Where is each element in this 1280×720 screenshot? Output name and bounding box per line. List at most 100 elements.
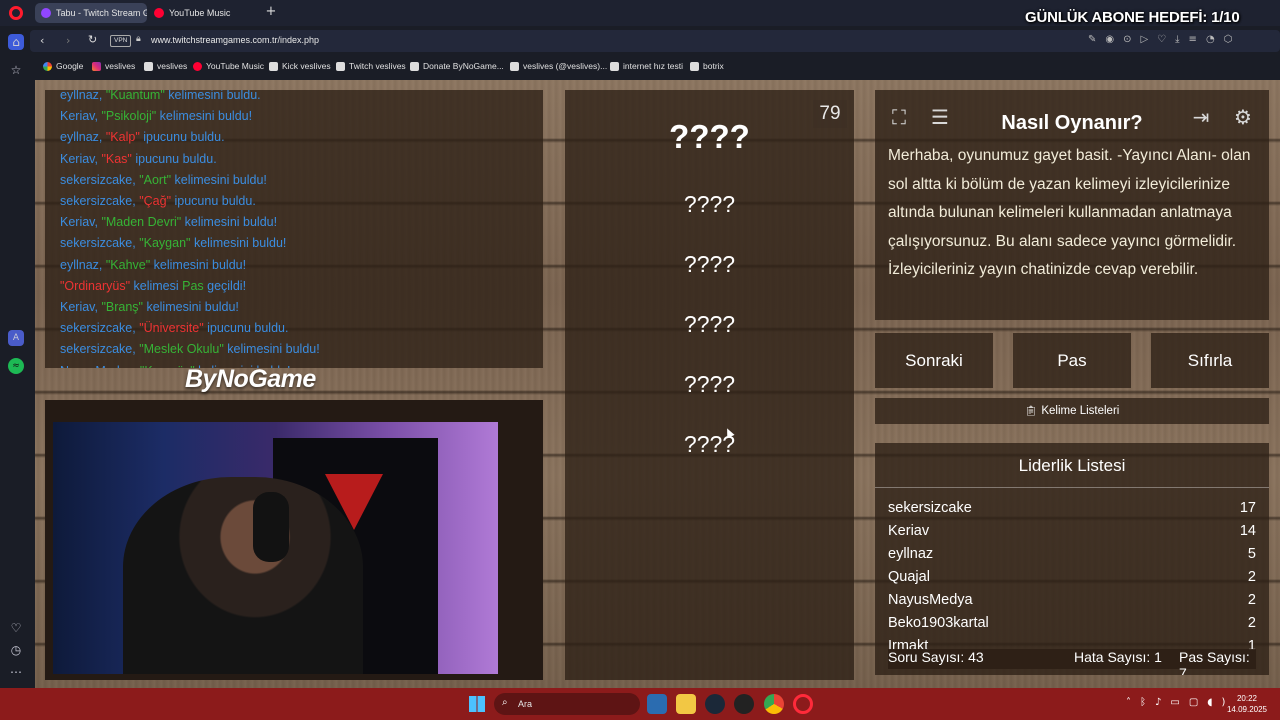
opera-logo-icon[interactable] <box>9 6 23 20</box>
player-score: 2 <box>1247 592 1256 608</box>
bookmark-label: veslives <box>105 61 136 71</box>
gear-icon[interactable]: ⚙ <box>1227 101 1259 133</box>
back-icon[interactable]: ‹ <box>40 34 44 47</box>
steam-icon[interactable] <box>705 694 725 714</box>
word-lists-button[interactable]: 📋︎ Kelime Listeleri <box>875 398 1269 424</box>
taskview-icon[interactable] <box>647 694 667 714</box>
chat-segment: kelimesini buldu! <box>190 236 287 251</box>
leaderboard-row: sekersizcake 17 <box>888 500 1256 522</box>
headphones <box>253 492 289 562</box>
new-tab-button[interactable]: + <box>264 5 278 19</box>
bookmark-speedtest[interactable]: internet hız testi <box>610 56 683 76</box>
taskbar: Ara ⌕ ˄ᛒ♪▭▢◖) 20:22 14.09.2025 <box>0 688 1280 720</box>
tab-youtube-music[interactable]: YouTube Music <box>148 3 258 23</box>
heart-icon[interactable]: ♡ <box>8 620 24 636</box>
webcam-panel <box>45 400 543 680</box>
chat-segment: kelimesini buldu! <box>156 109 253 124</box>
chat-segment: "Kaygan" <box>139 236 191 251</box>
tray-icons: ˄ᛒ♪▭▢◖) <box>1126 697 1235 708</box>
opera-gx-icon[interactable] <box>793 694 813 714</box>
reload-icon[interactable]: ↻ <box>88 33 97 46</box>
next-button[interactable]: Sonraki <box>875 333 993 388</box>
url-field[interactable]: www.twitchstreamgames.com.tr/index.php <box>151 35 319 45</box>
bookmark-veslives-at[interactable]: veslives (@veslives)... <box>510 56 607 76</box>
vpn-badge[interactable]: VPN <box>110 35 132 47</box>
windows-start-icon[interactable] <box>469 696 485 712</box>
bookmark-youtube-music[interactable]: YouTube Music <box>193 56 264 76</box>
taskbar-clock[interactable]: 20:22 14.09.2025 <box>1222 693 1272 715</box>
page-icon <box>410 61 419 71</box>
error-count: Hata Sayısı: 1 <box>1074 649 1162 665</box>
bookmark-instagram[interactable]: veslives <box>92 56 135 76</box>
chat-line: sekersizcake, "Aort" kelimesini buldu! <box>60 173 267 187</box>
bookmark-label: YouTube Music <box>206 61 264 71</box>
bookmark-google[interactable]: Google <box>43 56 83 76</box>
chat-segment: "Kas" <box>101 151 132 166</box>
more-icon[interactable]: ⋯ <box>8 664 24 680</box>
pass-button[interactable]: Pas <box>1013 333 1131 388</box>
how-to-play-text: Merhaba, oyunumuz gayet basit. -Yayıncı … <box>888 147 1251 279</box>
tab-tabu[interactable]: Tabu - Twitch Stream Gam <box>35 3 147 23</box>
obs-icon[interactable] <box>734 694 754 714</box>
page-icon <box>690 61 699 71</box>
page-icon <box>144 61 153 71</box>
chat-segment: Pas <box>182 278 204 293</box>
timer: 79 <box>813 100 847 128</box>
player-score: 14 <box>1239 523 1256 539</box>
lock-icon: 🔒︎ <box>136 34 141 44</box>
clipboard-icon: 📋︎ <box>1024 406 1038 417</box>
bookmark-label: Twitch veslives <box>349 61 406 71</box>
forward-icon[interactable]: › <box>66 34 70 47</box>
taboo-word: ???? <box>683 251 736 277</box>
aria-icon[interactable]: A <box>8 330 24 346</box>
star-icon[interactable]: ☆ <box>8 62 24 78</box>
bookmark-label: Google <box>56 61 84 71</box>
reset-button[interactable]: Sıfırla <box>1151 333 1269 388</box>
logout-icon[interactable]: ⇥ <box>1185 101 1217 133</box>
bookmark-twitch[interactable]: Twitch veslives <box>336 56 406 76</box>
page-icon <box>336 61 345 71</box>
chat-segment: "Psikoloji" <box>101 109 157 124</box>
chat-line: Keriav, "Psikoloji" kelimesini buldu! <box>60 109 252 123</box>
player-name: eyllnaz <box>888 546 934 562</box>
webcam-video <box>53 422 498 674</box>
file-explorer-icon[interactable] <box>676 694 696 714</box>
clock-time: 20:22 <box>1236 694 1258 703</box>
chat-line: sekersizcake, "Üniversite" ipucunu buldu… <box>60 321 288 335</box>
chat-segment: kelimesini buldu! <box>142 300 239 314</box>
chat-segment: kelimesini buldu! <box>181 215 278 230</box>
bookmark-kick[interactable]: Kick veslives <box>269 56 331 76</box>
chat-segment: kelimesini buldu! <box>223 342 320 357</box>
taskbar-search[interactable]: Ara <box>494 693 640 715</box>
chrome-icon[interactable] <box>764 694 784 714</box>
player-name: Quajal <box>888 569 930 585</box>
chat-segment: sekersizcake, <box>60 172 140 187</box>
bookmark-label: veslives (@veslives)... <box>523 61 608 71</box>
chat-segment: eyllnaz, <box>60 257 106 272</box>
taboo-word: ???? <box>683 371 736 397</box>
chat-segment: kelimesi <box>130 278 183 293</box>
taboo-word: ???? <box>683 431 736 457</box>
chat-segment: "Ordinaryüs" <box>60 278 131 293</box>
bookmark-donate[interactable]: Donate ByNoGame... <box>410 56 504 76</box>
how-to-play-panel: ⛶ ☰ Nasıl Oynanır? ⇥ ⚙ Merhaba, oyunumuz… <box>875 90 1269 320</box>
chat-line: sekersizcake, "Meslek Okulu" kelimesini … <box>60 342 320 356</box>
chat-line: eyllnaz, "Kahve" kelimesini buldu! <box>60 258 246 272</box>
bookmark-veslives[interactable]: veslives <box>144 56 187 76</box>
leaderboard-divider <box>875 487 1269 488</box>
chat-segment: "Çağ" <box>139 194 172 208</box>
youtube-music-icon <box>193 61 202 71</box>
leaderboard-row: Keriav 14 <box>888 523 1256 545</box>
bookmark-label: Kick veslives <box>282 61 331 71</box>
home-icon[interactable]: ⌂ <box>8 34 24 50</box>
spotify-icon[interactable]: ≈ <box>8 358 24 374</box>
bookmark-botrix[interactable]: botrix <box>690 56 724 76</box>
chat-segment: ipucunu buldu. <box>131 151 217 166</box>
youtube-music-icon <box>154 8 164 18</box>
subscriber-goal: GÜNLÜK ABONE HEDEFİ: 1/10 <box>1025 9 1240 26</box>
chat-segment: sekersizcake, <box>60 342 140 357</box>
taboo-word: ???? <box>683 191 736 217</box>
chat-line: sekersizcake, "Çağ" ipucunu buldu. <box>60 194 256 208</box>
chat-line: Keriav, "Maden Devri" kelimesini buldu! <box>60 215 277 229</box>
history-icon[interactable]: ◷ <box>8 642 24 658</box>
